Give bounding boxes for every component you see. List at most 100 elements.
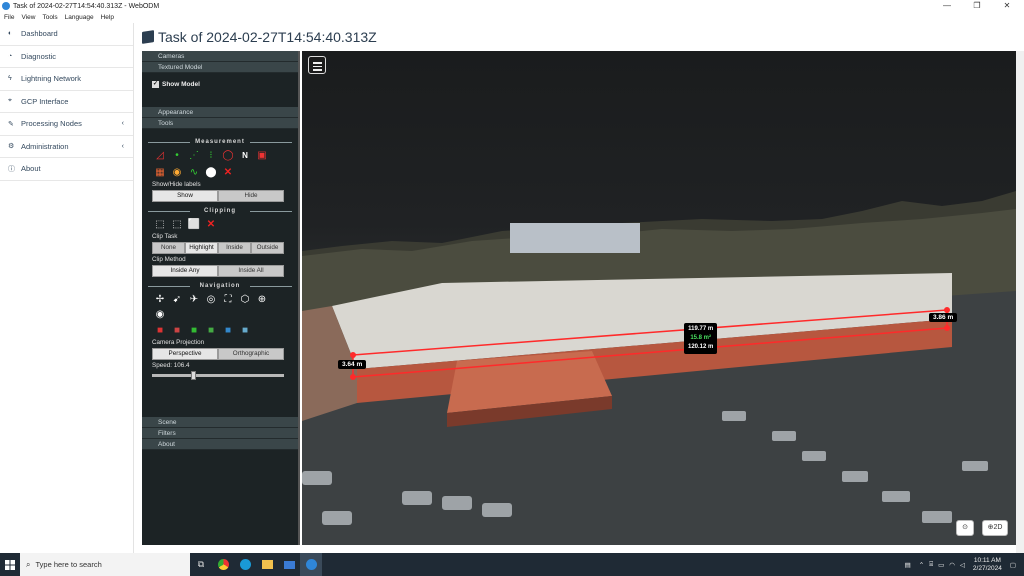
chevron-left-icon[interactable]: ‹ bbox=[122, 143, 124, 150]
volume-measure-icon[interactable]: ▦ bbox=[153, 166, 167, 180]
bottom-view-icon[interactable]: ■ bbox=[238, 324, 252, 338]
remove-clipping-icon[interactable]: ✕ bbox=[204, 218, 218, 232]
speed-slider[interactable] bbox=[152, 371, 284, 380]
section-textured-model[interactable]: Textured Model bbox=[142, 62, 298, 73]
section-scene[interactable]: Scene bbox=[142, 417, 298, 428]
full-extent-icon[interactable]: ⛶ bbox=[221, 293, 235, 307]
maximize-button[interactable]: ❐ bbox=[962, 0, 992, 12]
sidebar-item-about[interactable]: ⓘ About bbox=[0, 158, 133, 181]
navigation-cube-icon[interactable]: ⬡ bbox=[238, 293, 252, 307]
taskbar-clock[interactable]: 10:11 AM 2/27/2024 bbox=[973, 557, 1002, 573]
height-label-left: 3.64 m bbox=[338, 360, 367, 369]
left-view-icon[interactable]: ■ bbox=[153, 324, 167, 338]
annotation-icon[interactable]: ⬤ bbox=[204, 166, 218, 180]
distance-measure-icon[interactable]: ⋰ bbox=[187, 149, 201, 163]
profile-measure-icon[interactable]: ∿ bbox=[187, 166, 201, 180]
chevron-left-icon[interactable]: ‹ bbox=[122, 120, 124, 127]
tray-app-icon[interactable]: ▤ bbox=[905, 561, 911, 569]
circle-measure-icon[interactable]: ◯ bbox=[221, 149, 235, 163]
fly-controls-icon[interactable]: ➹ bbox=[170, 293, 184, 307]
battery-icon[interactable]: ▭ bbox=[938, 561, 944, 569]
chrome-icon[interactable] bbox=[212, 553, 234, 576]
edge-icon[interactable] bbox=[234, 553, 256, 576]
clip-volume-icon[interactable]: ⬚ bbox=[153, 218, 167, 232]
length-bottom-value: 120.12 m bbox=[688, 344, 714, 350]
sidebar-item-gcp-interface[interactable]: ⌖ GCP Interface bbox=[0, 91, 133, 113]
wifi-icon[interactable]: ◠ bbox=[949, 561, 955, 569]
clip-task-highlight-button[interactable]: Highlight bbox=[185, 242, 218, 254]
section-filters[interactable]: Filters bbox=[142, 428, 298, 439]
area-measure-icon[interactable]: ▣ bbox=[255, 149, 269, 163]
show-labels-button[interactable]: Show bbox=[152, 190, 218, 202]
navigation-tools-row-2: ◉ bbox=[142, 308, 298, 322]
right-view-icon[interactable]: ■ bbox=[221, 324, 235, 338]
section-tools[interactable]: Tools bbox=[142, 118, 298, 129]
clipping-tools-row: ⬚ ⬚ ⬜ ✕ bbox=[142, 216, 298, 233]
back-view-icon[interactable]: ■ bbox=[204, 324, 218, 338]
task-view-icon[interactable]: ⧉ bbox=[190, 553, 212, 576]
clip-method-inside-all-button[interactable]: Inside All bbox=[218, 265, 284, 277]
sidebar-item-dashboard[interactable]: ◐ Dashboard bbox=[0, 23, 133, 46]
speed-slider-thumb[interactable] bbox=[191, 371, 196, 380]
camera-button[interactable]: ⊙ bbox=[956, 520, 974, 536]
taskbar-search[interactable]: ⌕ Type here to search bbox=[20, 553, 190, 576]
clip-method-inside-any-button[interactable]: Inside Any bbox=[152, 265, 218, 277]
webodm-taskbar-icon[interactable] bbox=[300, 553, 322, 576]
toggle-2d-button[interactable]: ⊕2D bbox=[982, 520, 1008, 536]
clip-polygon-icon[interactable]: ⬚ bbox=[170, 218, 184, 232]
earth-controls-icon[interactable]: ✢ bbox=[153, 293, 167, 307]
top-view-icon[interactable]: ■ bbox=[187, 324, 201, 338]
window-titlebar: Task of 2024-02-27T14:54:40.313Z - WebOD… bbox=[0, 0, 1024, 12]
close-window-button[interactable]: ✕ bbox=[992, 0, 1022, 12]
sidebar-item-lightning-network[interactable]: ϟ Lightning Network bbox=[0, 68, 133, 91]
height-measure-icon[interactable]: ⁝ bbox=[204, 149, 218, 163]
minimize-button[interactable]: — bbox=[932, 0, 962, 12]
sidebar-item-administration[interactable]: ⚙ Administration ‹ bbox=[0, 136, 133, 158]
clip-plane-icon[interactable]: ⬜ bbox=[187, 218, 201, 232]
clip-task-inside-button[interactable]: Inside bbox=[218, 242, 251, 254]
page-scrollbar[interactable] bbox=[1016, 51, 1024, 553]
compass-icon[interactable]: ⊕ bbox=[255, 293, 269, 307]
menu-view[interactable]: View bbox=[21, 14, 35, 21]
orbit-controls-icon[interactable]: ◎ bbox=[204, 293, 218, 307]
azimuth-measure-icon[interactable]: N bbox=[238, 149, 252, 163]
angle-measure-icon[interactable]: ◿ bbox=[153, 149, 167, 163]
section-appearance[interactable]: Appearance bbox=[142, 107, 298, 118]
sidebar: ◐ Dashboard ◔ Diagnostic ϟ Lightning Network ⌖… bbox=[0, 23, 134, 553]
projection-orthographic-button[interactable]: Orthographic bbox=[218, 348, 284, 360]
sphere-volume-icon[interactable]: ◉ bbox=[170, 166, 184, 180]
window-title: Task of 2024-02-27T14:54:40.313Z - WebOD… bbox=[13, 2, 160, 10]
show-model-toggle[interactable]: ✓ Show Model bbox=[152, 81, 200, 88]
checkbox-checked-icon[interactable]: ✓ bbox=[152, 81, 159, 88]
section-cameras[interactable]: Cameras bbox=[142, 51, 298, 62]
menu-tools[interactable]: Tools bbox=[42, 14, 57, 21]
eye-icon[interactable]: ◉ bbox=[153, 308, 167, 322]
speed-label: Speed: 106.4 bbox=[152, 362, 190, 369]
mail-icon[interactable] bbox=[278, 553, 300, 576]
projection-perspective-button[interactable]: Perspective bbox=[152, 348, 218, 360]
clip-task-none-button[interactable]: None bbox=[152, 242, 185, 254]
menu-file[interactable]: File bbox=[4, 14, 14, 21]
menubar: File View Tools Language Help bbox=[0, 12, 1024, 23]
remove-measurements-icon[interactable]: ✕ bbox=[221, 166, 235, 180]
hide-labels-button[interactable]: Hide bbox=[218, 190, 284, 202]
show-model-label: Show Model bbox=[162, 81, 200, 88]
file-explorer-icon[interactable] bbox=[256, 553, 278, 576]
menu-language[interactable]: Language bbox=[65, 14, 94, 21]
dashboard-icon: ◐ bbox=[8, 30, 13, 38]
clip-task-outside-button[interactable]: Outside bbox=[251, 242, 284, 254]
menu-toggle-button[interactable] bbox=[308, 56, 326, 74]
sidebar-item-diagnostic[interactable]: ◔ Diagnostic bbox=[0, 46, 133, 68]
menu-help[interactable]: Help bbox=[101, 14, 114, 21]
start-button[interactable] bbox=[0, 553, 20, 576]
chevron-up-icon[interactable]: ⌃ bbox=[919, 561, 924, 569]
section-about[interactable]: About bbox=[142, 439, 298, 450]
volume-icon[interactable]: ◁ bbox=[960, 561, 965, 569]
front-view-icon[interactable]: ■ bbox=[170, 324, 184, 338]
notifications-icon[interactable]: ▢ bbox=[1010, 561, 1016, 569]
3d-viewer-canvas[interactable]: 3.64 m 3.86 m 119.77 m 15.8 m² 120.12 m … bbox=[302, 51, 1016, 545]
point-measure-icon[interactable]: • bbox=[170, 149, 184, 163]
network-icon[interactable]: ⌸ bbox=[929, 561, 933, 569]
sidebar-item-processing-nodes[interactable]: ✎ Processing Nodes ‹ bbox=[0, 113, 133, 136]
helicopter-controls-icon[interactable]: ✈ bbox=[187, 293, 201, 307]
